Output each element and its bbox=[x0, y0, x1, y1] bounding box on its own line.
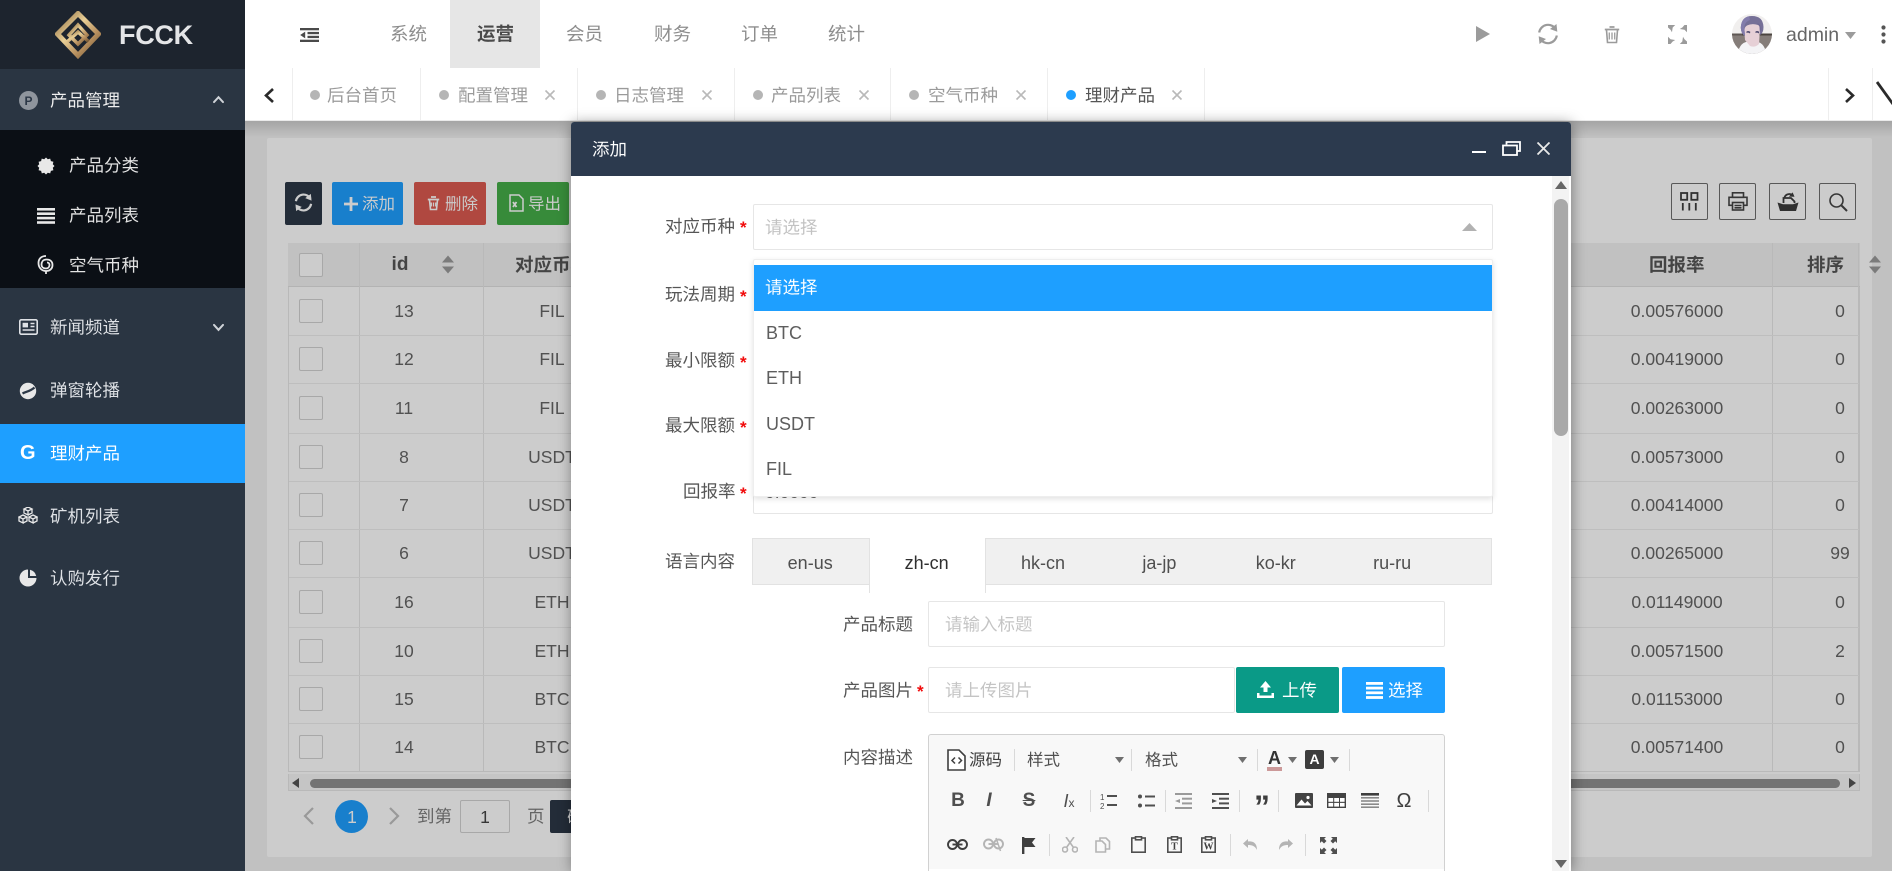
svg-text:2: 2 bbox=[1100, 802, 1105, 809]
svg-text:T: T bbox=[1171, 842, 1178, 853]
svg-text:1: 1 bbox=[1100, 793, 1105, 802]
svg-text:P: P bbox=[24, 94, 32, 108]
svg-text:W: W bbox=[1204, 842, 1214, 853]
